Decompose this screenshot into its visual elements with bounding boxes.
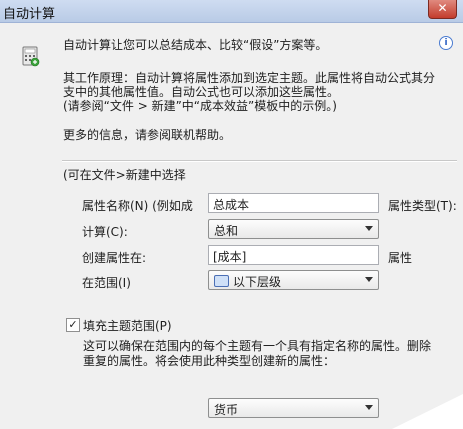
- property-type-label: 属性类型(T):: [388, 199, 457, 213]
- fill-scope-checkbox[interactable]: ✓: [66, 318, 80, 332]
- scope-icon: [214, 275, 229, 287]
- chevron-down-icon: [365, 405, 373, 410]
- window-title: 自动计算: [3, 7, 56, 22]
- separator: [62, 160, 457, 162]
- more-info-text: 更多的信息，请参阅联机帮助。: [63, 128, 232, 142]
- chevron-down-icon: [365, 226, 373, 231]
- dialog-content: 自动计算让您可以总结成本、比较“假设”方案等。 i 其工作原理：自动计算将属性添…: [0, 23, 463, 429]
- create-property-input[interactable]: [成本]: [208, 245, 379, 265]
- create-property-suffix: 属性: [388, 251, 413, 265]
- calc-dropdown[interactable]: 总和: [208, 219, 379, 239]
- close-icon: ✕: [437, 1, 448, 15]
- fill-scope-label[interactable]: 填充主题范围(P): [83, 317, 172, 334]
- intro-text: 自动计算让您可以总结成本、比较“假设”方案等。: [63, 38, 328, 52]
- calc-label: 计算(C):: [82, 225, 128, 239]
- section-title: (可在文件>新建中选择: [63, 168, 186, 182]
- corner-glare: [392, 394, 463, 429]
- scope-dropdown-value: 以下层级: [233, 275, 282, 289]
- scope-dropdown[interactable]: 以下层级: [208, 270, 379, 290]
- create-property-label: 创建属性在:: [82, 251, 147, 265]
- close-button[interactable]: ✕: [428, 0, 457, 19]
- calculator-icon: [22, 46, 40, 67]
- property-name-label: 属性名称(N) (例如成: [82, 199, 193, 213]
- calc-dropdown-value: 总和: [214, 224, 239, 238]
- principle-line-3: (请参阅“文件 > 新建”中“成本效益”模板中的示例。): [63, 99, 337, 113]
- property-type-value: 货币: [214, 403, 239, 417]
- title-bar: 自动计算 ✕: [0, 0, 463, 23]
- property-name-input[interactable]: 总成本: [208, 193, 379, 213]
- property-type-dropdown[interactable]: 货币: [208, 398, 379, 418]
- scope-label: 在范围(I): [82, 276, 131, 290]
- info-icon[interactable]: i: [439, 36, 453, 50]
- chevron-down-icon: [365, 277, 373, 282]
- fill-desc-line-2: 重复的属性。将会使用此种类型创建新的属性：: [83, 354, 336, 368]
